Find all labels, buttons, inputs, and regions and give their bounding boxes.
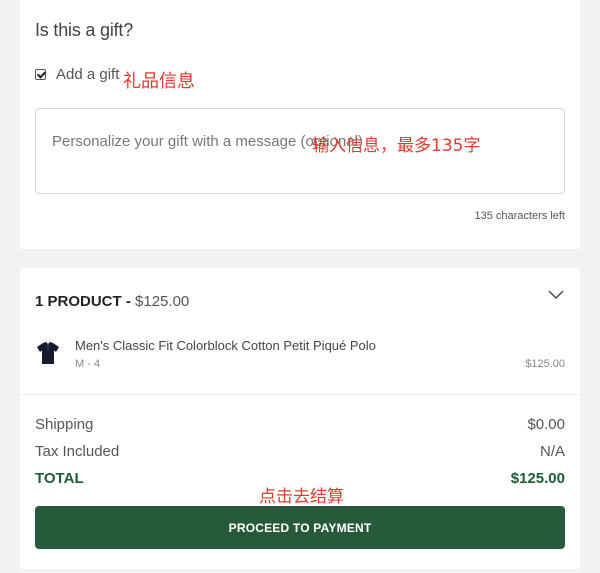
add-gift-label[interactable]: Add a gift xyxy=(56,66,119,83)
product-price: $125.00 xyxy=(525,358,565,370)
product-count: 1 PRODUCT xyxy=(35,293,122,310)
tax-label: Tax Included xyxy=(35,443,120,460)
summary-divider xyxy=(20,394,580,395)
total-label: TOTAL xyxy=(35,470,84,487)
gift-section-title: Is this a gift? xyxy=(35,20,134,40)
total-value: $125.00 xyxy=(510,470,565,487)
checkout-page: Is this a gift? Add a gift 礼品信息 Personal… xyxy=(0,0,600,573)
gift-message-field[interactable]: Personalize your gift with a message (op… xyxy=(35,108,565,194)
shipping-row: Shipping $0.00 xyxy=(35,416,565,433)
tax-row: Tax Included N/A xyxy=(35,443,565,460)
product-item: Men's Classic Fit Colorblock Cotton Peti… xyxy=(35,338,565,378)
shipping-label: Shipping xyxy=(35,416,94,433)
order-summary: 1 PRODUCT - $125.00 Men's Classic Fit Co… xyxy=(20,268,580,569)
add-gift-option[interactable]: Add a gift xyxy=(35,66,119,83)
product-total: $125.00 xyxy=(135,293,190,310)
header-separator: - xyxy=(121,293,136,310)
proceed-to-payment-button[interactable]: PROCEED TO PAYMENT xyxy=(35,506,565,549)
product-variant: M - 4 xyxy=(75,358,101,370)
add-gift-checkbox[interactable] xyxy=(35,69,46,80)
message-annotation: 输入信息，最多135字 xyxy=(312,136,481,156)
product-name: Men's Classic Fit Colorblock Cotton Peti… xyxy=(75,338,376,353)
gift-section: Is this a gift? Add a gift 礼品信息 Personal… xyxy=(20,0,580,249)
product-summary-header[interactable]: 1 PRODUCT - $125.00 xyxy=(35,293,189,310)
chevron-down-icon[interactable] xyxy=(548,290,564,300)
gift-annotation: 礼品信息 xyxy=(123,71,195,92)
characters-left: 135 characters left xyxy=(474,210,566,222)
tax-value: N/A xyxy=(539,443,565,460)
polo-shirt-icon xyxy=(37,341,59,364)
shipping-value: $0.00 xyxy=(527,416,565,433)
checkout-annotation: 点击去结算 xyxy=(259,487,344,507)
